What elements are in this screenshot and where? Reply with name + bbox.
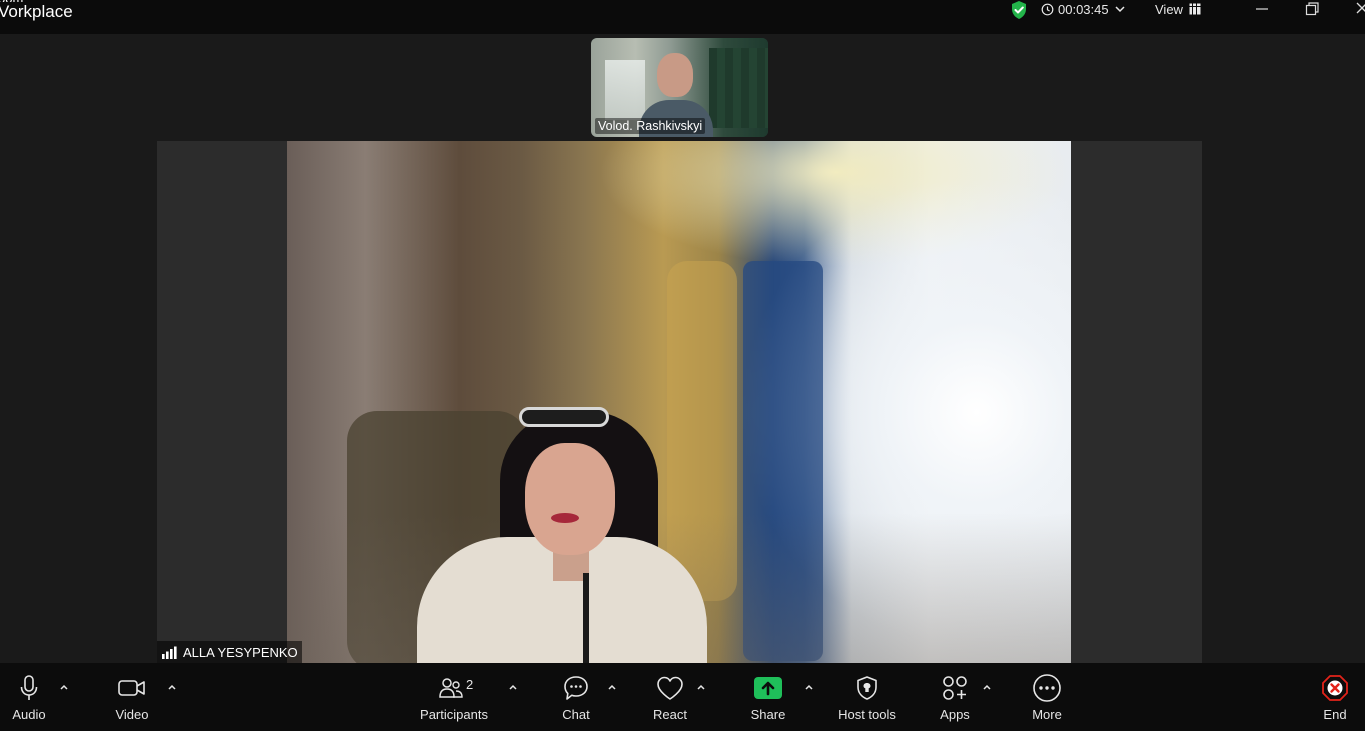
microphone-icon bbox=[20, 675, 38, 700]
meeting-timer[interactable]: 00:03:45 bbox=[1041, 1, 1127, 17]
app-title: oom Vorkplace bbox=[0, 0, 73, 20]
video-label: Video bbox=[115, 707, 149, 722]
more-label: More bbox=[1032, 707, 1062, 722]
participants-button[interactable]: 2 Participants bbox=[416, 663, 492, 731]
thumbnail-name: Volod. Rashkivskyi bbox=[595, 118, 706, 134]
speaker-face bbox=[525, 443, 615, 555]
speaker-bow bbox=[583, 573, 589, 663]
audio-button[interactable]: Audio bbox=[8, 663, 50, 731]
caret-up-icon[interactable] bbox=[167, 683, 177, 691]
meeting-toolbar: Audio Video 2 Participants Chat React Sh… bbox=[0, 663, 1365, 731]
share-label: Share bbox=[750, 707, 786, 722]
speaker-name: ALLA YESYPENKO bbox=[183, 644, 298, 660]
share-arrow-icon bbox=[754, 677, 782, 699]
host-tools-button[interactable]: Host tools bbox=[832, 663, 902, 731]
caret-up-icon[interactable] bbox=[696, 683, 706, 691]
apps-label: Apps bbox=[940, 707, 970, 722]
chat-button[interactable]: Chat bbox=[556, 663, 596, 731]
active-speaker-video bbox=[287, 141, 1071, 663]
react-label: React bbox=[653, 707, 687, 722]
participant-thumbnail[interactable]: Volod. Rashkivskyi bbox=[591, 38, 768, 137]
restore-icon[interactable] bbox=[1302, 0, 1322, 18]
chat-icon bbox=[564, 676, 588, 700]
host-shield-icon bbox=[857, 676, 877, 700]
chat-label: Chat bbox=[562, 707, 590, 722]
active-speaker-stage: ALLA YESYPENKO bbox=[157, 141, 1202, 663]
title-bar: oom Vorkplace 00:03:45 View bbox=[0, 0, 1365, 34]
shield-check-icon[interactable] bbox=[1009, 0, 1029, 20]
caret-up-icon[interactable] bbox=[982, 683, 992, 691]
speaker-glasses bbox=[519, 407, 609, 427]
end-label: End bbox=[1323, 707, 1347, 722]
end-button[interactable]: End bbox=[1318, 663, 1352, 731]
participants-icon bbox=[439, 678, 463, 698]
participants-count: 2 bbox=[466, 677, 474, 692]
view-button[interactable]: View bbox=[1155, 1, 1201, 17]
apps-button[interactable]: Apps bbox=[934, 663, 976, 731]
more-button[interactable]: More bbox=[1026, 663, 1068, 731]
timer-text: 00:03:45 bbox=[1058, 1, 1109, 17]
host-tools-label: Host tools bbox=[838, 707, 896, 722]
clock-icon bbox=[1041, 3, 1054, 15]
end-x-icon bbox=[1322, 675, 1348, 701]
minimize-icon[interactable] bbox=[1252, 0, 1272, 18]
view-label: View bbox=[1155, 1, 1183, 17]
signal-icon bbox=[162, 646, 177, 659]
chevron-down-icon bbox=[1115, 6, 1125, 13]
meeting-window: oom Vorkplace 00:03:45 View bbox=[0, 0, 1365, 731]
app-title-line2: Vorkplace bbox=[0, 2, 73, 21]
video-button[interactable]: Video bbox=[110, 663, 154, 731]
close-icon[interactable] bbox=[1352, 0, 1365, 18]
share-button[interactable]: Share bbox=[748, 663, 788, 731]
grid-icon bbox=[1188, 3, 1201, 15]
caret-up-icon[interactable] bbox=[607, 683, 617, 691]
thumbnail-person-head bbox=[657, 53, 693, 97]
more-dots-icon bbox=[1033, 674, 1061, 702]
audio-label: Audio bbox=[12, 707, 46, 722]
thumbnail-window bbox=[605, 60, 645, 120]
speaker-name-label: ALLA YESYPENKO bbox=[157, 641, 302, 663]
react-button[interactable]: React bbox=[650, 663, 690, 731]
apps-icon bbox=[943, 676, 967, 700]
caret-up-icon[interactable] bbox=[804, 683, 814, 691]
participants-label: Participants bbox=[420, 707, 488, 722]
speaker-lips bbox=[551, 513, 579, 523]
heart-icon bbox=[657, 676, 683, 700]
caret-up-icon[interactable] bbox=[59, 683, 69, 691]
caret-up-icon[interactable] bbox=[508, 683, 518, 691]
video-camera-icon bbox=[118, 680, 145, 696]
thumbnail-board bbox=[709, 48, 768, 128]
